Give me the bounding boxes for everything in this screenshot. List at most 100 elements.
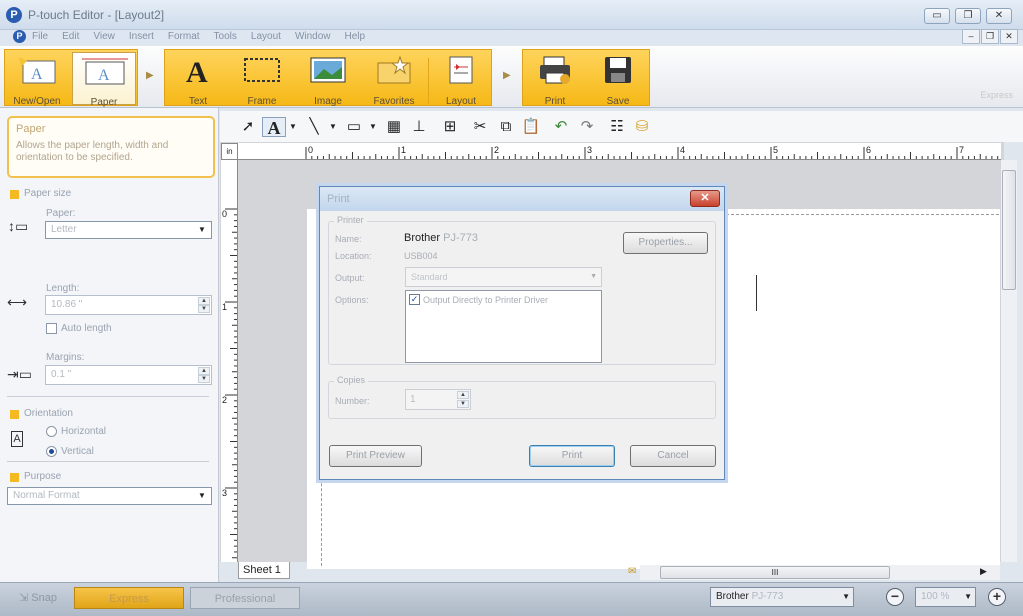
copies-group: Copies <box>328 375 716 419</box>
restore-button[interactable]: ❐ <box>955 8 981 24</box>
orientation-icon: A <box>11 431 23 447</box>
menu-view[interactable]: View <box>93 30 115 44</box>
chevron-down-icon[interactable]: ▼ <box>288 117 298 137</box>
horizontal-scrollbar[interactable]: III <box>640 565 1000 580</box>
menu-insert[interactable]: Insert <box>129 30 154 44</box>
ruler-top-label: 1 <box>401 145 406 155</box>
image-button[interactable]: Image <box>298 52 358 107</box>
print-button[interactable]: Print <box>529 445 615 467</box>
minimize-button[interactable]: ▭ <box>924 8 950 24</box>
horizontal-scroll-thumb[interactable]: III <box>660 566 890 579</box>
print-ribbon-button[interactable]: Print <box>526 52 584 107</box>
zoom-in-button[interactable]: + <box>988 588 1006 606</box>
length-icon: ⟷ <box>7 294 28 310</box>
new-open-button[interactable]: A New/Open <box>7 52 67 107</box>
text-tool-icon[interactable]: A <box>262 117 286 138</box>
document-icon[interactable]: P <box>13 30 26 43</box>
menu-file[interactable]: File <box>32 30 48 44</box>
output-directly-checkbox[interactable]: ✓ <box>409 294 420 305</box>
menu-format[interactable]: Format <box>168 30 200 44</box>
copies-spinner[interactable]: 1 ▲ ▼ <box>405 389 471 410</box>
purpose-select-value: Normal Format <box>13 490 80 501</box>
database-icon[interactable]: ⛁ <box>634 117 650 137</box>
margins-value: 0.1 " <box>51 369 72 380</box>
paper-select[interactable]: Letter ▼ <box>45 221 212 239</box>
layout-button[interactable]: Layout <box>433 52 489 107</box>
purpose-section: Purpose <box>10 471 61 482</box>
sheet-icon[interactable]: ✉ <box>628 566 636 577</box>
paper-label: Paper: <box>46 208 76 219</box>
paper-info-box: Paper Allows the paper length, width and… <box>7 116 215 178</box>
frame-icon <box>238 54 286 86</box>
copy-icon[interactable]: ⧉ <box>496 117 516 137</box>
close-button[interactable]: ✕ <box>986 8 1012 24</box>
zoom-out-button[interactable]: − <box>886 588 904 606</box>
window-title: P-touch Editor - [Layout2] <box>28 8 165 22</box>
paper-select-value: Letter <box>51 224 77 235</box>
chevron-down-icon: ▼ <box>198 491 206 500</box>
orientation-horizontal-radio[interactable] <box>46 426 57 437</box>
ribbon-expand-arrow-2[interactable]: ▶ <box>503 70 511 81</box>
menu-help[interactable]: Help <box>345 30 366 44</box>
undo-icon[interactable]: ↶ <box>551 117 571 137</box>
redo-icon[interactable]: ↷ <box>577 117 597 137</box>
professional-mode-button[interactable]: Professional <box>190 587 300 609</box>
database-field-icon[interactable]: ⊞ <box>439 117 461 137</box>
zoom-select[interactable]: 100 % ▼ <box>915 587 976 607</box>
title-bar: P P-touch Editor - [Layout2] ▭ ❐ ✕ <box>0 0 1023 30</box>
favorites-button[interactable]: Favorites <box>363 52 425 107</box>
ribbon-group-file: A New/Open A Paper <box>4 49 138 108</box>
menu-edit[interactable]: Edit <box>62 30 79 44</box>
spin-up-icon[interactable]: ▲ <box>198 297 210 305</box>
dialog-close-button[interactable]: ✕ <box>690 190 720 207</box>
text-button[interactable]: A Text <box>169 52 227 107</box>
doc-minimize-button[interactable]: – <box>962 29 980 44</box>
snap-button[interactable]: ⇲ Snap <box>8 587 68 609</box>
rectangle-tool-icon[interactable]: ▭ <box>344 117 364 137</box>
cut-icon[interactable]: ✂ <box>470 117 490 137</box>
properties-icon[interactable]: ☷ <box>607 117 627 137</box>
paste-icon[interactable]: 📋 <box>521 117 541 137</box>
menu-tools[interactable]: Tools <box>214 30 237 44</box>
sheet-tab[interactable]: Sheet 1 <box>238 562 290 579</box>
print-preview-button[interactable]: Print Preview <box>329 445 422 467</box>
ruler-top-label: 3 <box>587 145 592 155</box>
spin-down-icon[interactable]: ▼ <box>198 375 210 383</box>
doc-restore-button[interactable]: ❐ <box>981 29 999 44</box>
frame-button[interactable]: Frame <box>233 52 291 107</box>
select-arrow-icon[interactable]: ➚ <box>238 117 258 137</box>
ruler-left-label: 1 <box>222 302 227 312</box>
express-mode-button[interactable]: Express <box>74 587 184 609</box>
svg-text:A: A <box>98 67 110 84</box>
auto-length-checkbox[interactable] <box>46 323 57 334</box>
printer-select[interactable]: Brother PJ-773 ▼ <box>710 587 854 607</box>
spin-up-icon[interactable]: ▲ <box>198 367 210 375</box>
doc-close-button[interactable]: ✕ <box>1000 29 1018 44</box>
table-tool-icon[interactable]: ▦ <box>383 117 405 137</box>
margins-spinner[interactable]: 0.1 " ▲ ▼ <box>45 365 212 385</box>
spin-down-icon[interactable]: ▼ <box>457 400 469 408</box>
chevron-down-icon[interactable]: ▼ <box>328 117 338 137</box>
cancel-button[interactable]: Cancel <box>630 445 716 467</box>
scroll-right-icon[interactable]: ▶ <box>980 566 987 577</box>
save-icon <box>594 54 642 86</box>
length-spinner[interactable]: 10.86 " ▲ ▼ <box>45 295 212 315</box>
ribbon-expand-arrow[interactable]: ▶ <box>146 70 154 81</box>
vertical-scrollbar[interactable] <box>1000 160 1017 562</box>
menu-window[interactable]: Window <box>295 30 331 44</box>
orientation-vertical-radio[interactable] <box>46 446 57 457</box>
spin-down-icon[interactable]: ▼ <box>198 305 210 313</box>
spin-up-icon[interactable]: ▲ <box>457 391 469 399</box>
line-tool-icon[interactable]: ╲ <box>302 117 326 137</box>
vertical-scroll-thumb[interactable] <box>1002 170 1016 290</box>
ruler-top-label: 5 <box>773 145 778 155</box>
properties-button[interactable]: Properties... <box>623 232 708 254</box>
barcode-tool-icon[interactable]: ⊥ <box>408 117 430 137</box>
output-select[interactable]: Standard ▼ <box>405 267 602 287</box>
purpose-select[interactable]: Normal Format ▼ <box>7 487 212 505</box>
chevron-down-icon[interactable]: ▼ <box>368 117 378 137</box>
save-ribbon-button[interactable]: Save <box>589 52 647 107</box>
paper-size-section: Paper size <box>10 188 71 199</box>
paper-button[interactable]: A Paper <box>72 52 136 108</box>
menu-layout[interactable]: Layout <box>251 30 281 44</box>
